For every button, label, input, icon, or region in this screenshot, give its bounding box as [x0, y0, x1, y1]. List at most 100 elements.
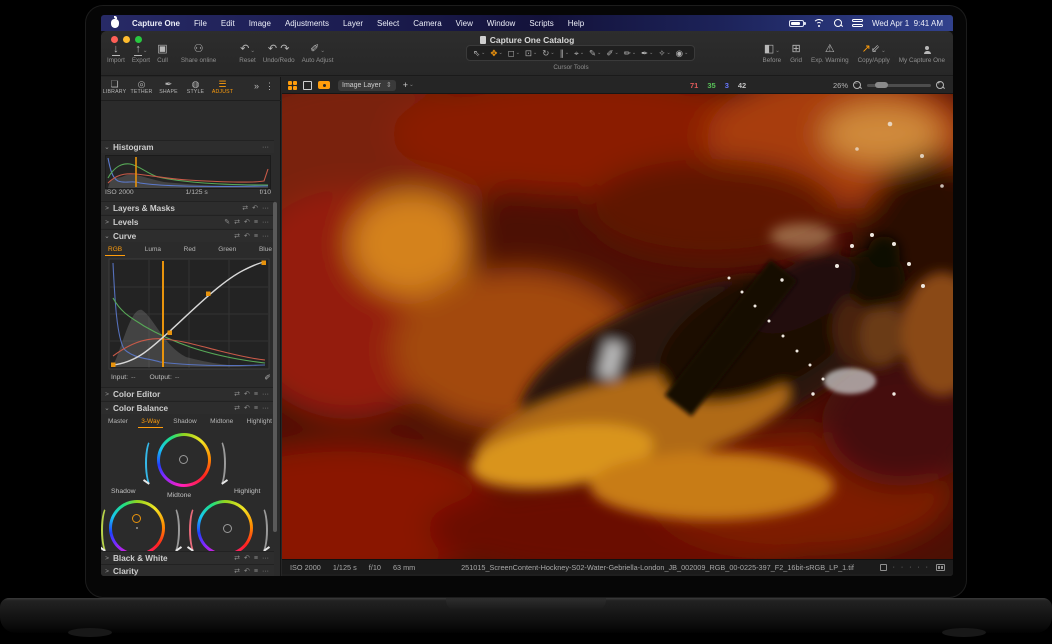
menu-camera[interactable]: Camera [406, 19, 448, 28]
apple-menu-icon[interactable] [111, 19, 119, 28]
reset-icon[interactable]: ↶ [244, 388, 250, 401]
panel-header-histogram[interactable]: ⌄ Histogram ··· [101, 140, 274, 153]
copy-icon[interactable]: ⇄ [242, 202, 248, 215]
tab-library[interactable]: ❏LIBRARY [101, 77, 128, 95]
add-layer-button[interactable]: +⌄ [403, 80, 414, 90]
zoom-in-icon[interactable]: + [936, 81, 945, 90]
more-icon[interactable]: ··· [262, 216, 269, 229]
clone-tool[interactable]: ✧⌄ [656, 48, 672, 59]
proof-view-icon[interactable] [318, 81, 330, 89]
menu-image[interactable]: Image [242, 19, 278, 28]
share-online-button[interactable]: ⚇ Share online [175, 44, 222, 64]
panel-header-color-balance[interactable]: ⌄Color Balance ⇄↶≡··· [101, 401, 274, 414]
preset-icon[interactable]: ≡ [254, 565, 258, 577]
highlight-wheel[interactable] [197, 500, 253, 556]
more-icon[interactable]: ··· [262, 202, 269, 215]
menu-adjustments[interactable]: Adjustments [278, 19, 336, 28]
exposure-warning-button[interactable]: ⚠ Exp. Warning [811, 44, 849, 64]
shadow-luminosity-arc[interactable] [167, 506, 180, 554]
pen-icon[interactable]: ✎ [224, 216, 230, 229]
copy-icon[interactable]: ⇄ [234, 388, 240, 401]
draw-mask-tool[interactable]: ✐⌄ [604, 48, 620, 59]
red-eye-tool[interactable]: ◉⌄ [674, 48, 691, 59]
menu-select[interactable]: Select [370, 19, 406, 28]
rating-dots[interactable]: · · · · · [893, 564, 930, 571]
reset-icon[interactable]: ↶ [244, 230, 250, 243]
import-button[interactable]: ↓ Import [107, 44, 125, 64]
menu-window[interactable]: Window [480, 19, 522, 28]
heal-tool[interactable]: ✒⌄ [639, 48, 655, 59]
wifi-icon[interactable] [813, 19, 825, 28]
my-capture-one-button[interactable]: My Capture One [899, 44, 945, 64]
menu-scripts[interactable]: Scripts [522, 19, 560, 28]
shadow-wheel[interactable] [109, 500, 165, 556]
brush-tool[interactable]: ✏⌄ [622, 48, 638, 59]
undo-redo-button[interactable]: ↶ ↷ Undo/Redo [263, 44, 295, 64]
curve-tab-red[interactable]: Red [181, 244, 199, 256]
panel-header-curve[interactable]: ⌄Curve ⇄↶≡··· [101, 229, 274, 242]
reset-icon[interactable]: ↶ [252, 202, 258, 215]
eraser-tool[interactable]: ✎⌄ [587, 48, 603, 59]
control-center-icon[interactable] [852, 19, 863, 28]
menu-clock[interactable]: Wed Apr 1 9:41 AM [872, 19, 943, 28]
preset-icon[interactable]: ≡ [254, 230, 258, 243]
copy-icon[interactable]: ⇄ [234, 565, 240, 577]
reset-icon[interactable]: ↶ [244, 565, 250, 577]
cb-tab-highlight[interactable]: Highlight [244, 416, 275, 428]
zoom-out-icon[interactable]: − [853, 81, 862, 90]
cull-button[interactable]: ▣ Cull [157, 44, 168, 64]
loupe-tool[interactable]: ◻⌄ [506, 48, 522, 59]
panel-header-color-editor[interactable]: >Color Editor ⇄↶≡··· [101, 387, 274, 400]
preset-icon[interactable]: ≡ [254, 402, 258, 415]
grid-button[interactable]: ⊞ Grid [790, 44, 802, 64]
reset-icon[interactable]: ↶ [244, 402, 250, 415]
tab-tether[interactable]: ◎TETHER [128, 77, 155, 95]
auto-adjust-button[interactable]: ✐⌄ Auto Adjust [302, 44, 334, 64]
filmstrip-icon[interactable] [936, 564, 945, 571]
spotlight-search-icon[interactable] [834, 19, 843, 28]
preset-icon[interactable]: ≡ [254, 216, 258, 229]
rotate-tool[interactable]: ↻⌄ [540, 48, 556, 59]
highlight-luminosity-arc[interactable] [255, 506, 268, 554]
midtone-wheel[interactable] [157, 433, 211, 487]
reset-icon[interactable]: ↶ [244, 216, 250, 229]
midtone-saturation-arc[interactable] [145, 439, 158, 487]
pan-tool[interactable]: ✥⌄ [488, 48, 504, 59]
menu-layer[interactable]: Layer [336, 19, 370, 28]
sidebar-scrollbar[interactable] [273, 202, 277, 532]
select-tool[interactable]: ⇖⌄ [471, 48, 487, 59]
copy-icon[interactable]: ⇄ [234, 402, 240, 415]
expand-tabs-icon[interactable]: » [254, 81, 259, 92]
panel-header-black-white[interactable]: >Black & White ⇄↶≡··· [101, 551, 274, 564]
menu-help[interactable]: Help [561, 19, 591, 28]
more-icon[interactable]: ··· [262, 230, 269, 243]
curve-graph[interactable] [108, 258, 270, 370]
tab-adjust[interactable]: ☰ADJUST [209, 77, 236, 95]
copy-icon[interactable]: ⇄ [234, 216, 240, 229]
panel-header-clarity[interactable]: >Clarity ⇄↶≡··· [101, 564, 274, 576]
export-button[interactable]: ↑⌄ Export [132, 44, 150, 64]
cb-tab-shadow[interactable]: Shadow [170, 416, 200, 428]
picker-tool[interactable]: ⌖⌄ [572, 48, 586, 59]
curve-tab-rgb[interactable]: RGB [105, 244, 125, 256]
menu-file[interactable]: File [187, 19, 214, 28]
cb-tab-3way[interactable]: 3-Way [138, 416, 163, 428]
cb-tab-master[interactable]: Master [105, 416, 131, 428]
straighten-tool[interactable]: ∥⌄ [558, 48, 571, 59]
color-tag-icon[interactable] [880, 564, 887, 571]
tab-shape[interactable]: ✒SHAPE [155, 77, 182, 95]
reset-icon[interactable]: ↶ [244, 552, 250, 565]
before-button[interactable]: ◧⌄ Before [763, 44, 782, 64]
zoom-slider[interactable] [867, 84, 931, 87]
tab-menu-icon[interactable]: ⋮ [265, 81, 274, 92]
panel-header-layers[interactable]: >Layers & Masks ⇄↶··· [101, 201, 274, 214]
more-icon[interactable]: ··· [262, 565, 269, 577]
reset-button[interactable]: ↶⌄ Reset [239, 44, 255, 64]
crop-tool[interactable]: ⊡⌄ [523, 48, 539, 59]
more-icon[interactable]: ··· [262, 141, 269, 154]
more-icon[interactable]: ··· [262, 388, 269, 401]
more-icon[interactable]: ··· [262, 552, 269, 565]
curve-eyedropper-icon[interactable]: ✐ [264, 373, 271, 382]
multi-view-icon[interactable] [288, 81, 297, 90]
menu-view[interactable]: View [449, 19, 480, 28]
